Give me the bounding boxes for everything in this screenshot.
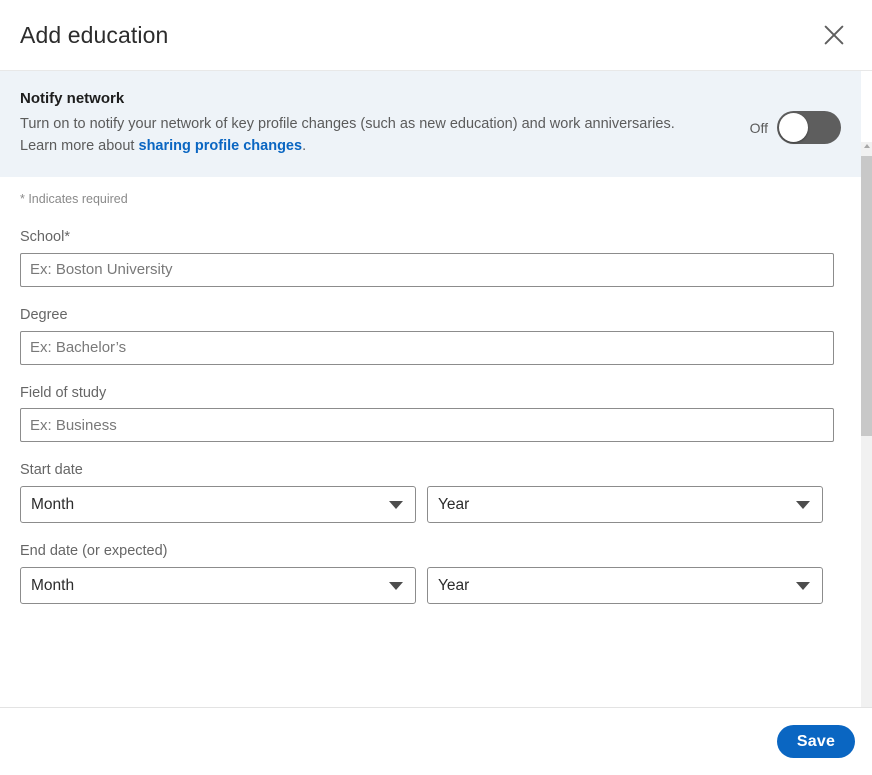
end-date-month-select[interactable]: Month [20, 567, 416, 605]
notify-toggle-group: Off [750, 89, 841, 144]
school-label: School* [20, 228, 70, 245]
field-degree: Degree [20, 306, 841, 365]
notify-description-part2: . [302, 138, 307, 155]
close-button[interactable] [814, 15, 854, 55]
start-date-month-wrap: Month [20, 486, 416, 524]
notify-network-description: Turn on to notify your network of key pr… [20, 113, 680, 157]
modal-scrollbar[interactable] [861, 142, 872, 707]
notify-network-title: Notify network [20, 90, 125, 107]
field-field-of-study: Field of study [20, 384, 841, 443]
notify-network-text: Notify network Turn on to notify your ne… [20, 89, 680, 157]
toggle-state-label: Off [749, 119, 768, 136]
education-form: * Indicates required School* Degree Fiel… [0, 177, 861, 627]
start-date-year-select[interactable]: Year [427, 486, 823, 524]
save-button[interactable]: Save [777, 725, 855, 758]
toggle-knob [779, 113, 808, 142]
scrollbar-thumb[interactable] [861, 156, 872, 436]
end-date-label: End date (or expected) [20, 543, 168, 560]
modal-header: Add education [0, 0, 872, 71]
field-of-study-input[interactable] [20, 408, 834, 443]
end-date-month-wrap: Month [20, 567, 416, 605]
page-title: Add education [20, 21, 169, 48]
start-date-row: Month Year [20, 486, 841, 524]
end-date-row: Month Year [20, 567, 841, 605]
sharing-profile-changes-link[interactable]: sharing profile changes [139, 138, 303, 154]
add-education-modal: Add education Notify network Turn on to … [0, 0, 872, 775]
start-date-label: Start date [20, 462, 83, 479]
start-date-year-wrap: Year [427, 486, 823, 524]
degree-label: Degree [20, 306, 68, 323]
field-school: School* [20, 228, 841, 287]
end-date-year-select[interactable]: Year [427, 567, 823, 605]
school-input[interactable] [20, 252, 834, 287]
field-of-study-label: Field of study [20, 384, 107, 401]
notify-network-banner: Notify network Turn on to notify your ne… [0, 71, 861, 178]
start-date-month-select[interactable]: Month [20, 486, 416, 524]
modal-scroll-body: Notify network Turn on to notify your ne… [0, 71, 872, 707]
degree-input[interactable] [20, 330, 834, 365]
notify-description-part1: Turn on to notify your network of key pr… [20, 116, 675, 155]
field-end-date: End date (or expected) Month Year [20, 542, 841, 605]
modal-footer: Save [0, 707, 872, 775]
notify-network-toggle[interactable] [777, 111, 841, 144]
required-indicator-note: * Indicates required [20, 192, 128, 207]
end-date-year-wrap: Year [427, 567, 823, 605]
field-start-date: Start date Month Year [20, 461, 841, 524]
close-icon [823, 24, 845, 46]
scroll-up-arrow-icon[interactable] [863, 144, 870, 148]
